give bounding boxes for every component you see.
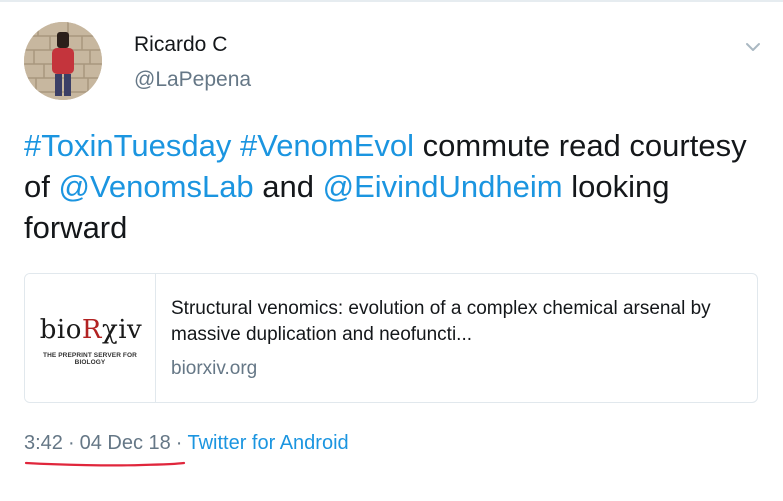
card-body: Structural venomics: evolution of a comp… bbox=[171, 296, 741, 380]
top-divider bbox=[0, 0, 783, 2]
meta-separator: · bbox=[67, 432, 75, 454]
card-domain: biorxiv.org bbox=[171, 358, 258, 379]
tweet-text: #ToxinTuesday #VenomEvol commute read co… bbox=[24, 125, 764, 248]
tweet-time[interactable]: 3:42 bbox=[24, 432, 63, 454]
tweet-container: Ricardo C @LaPepena #ToxinTuesday #Venom… bbox=[0, 0, 783, 501]
mention-eivindundheim[interactable]: @EivindUndheim bbox=[323, 169, 563, 204]
hashtag-toxintuesday[interactable]: #ToxinTuesday bbox=[24, 128, 231, 163]
user-handle[interactable]: @LaPepena bbox=[134, 68, 251, 92]
logo-tagline: THE PREPRINT SERVER FOR BIOLOGY bbox=[43, 352, 137, 366]
tweet-text-part: and bbox=[253, 169, 323, 204]
link-card[interactable]: bioRχiv THE PREPRINT SERVER FOR BIOLOGY … bbox=[24, 273, 758, 403]
card-title: Structural venomics: evolution of a comp… bbox=[171, 298, 711, 345]
tweet-date[interactable]: 04 Dec 18 bbox=[80, 432, 171, 454]
biorxiv-logo: bioRχiv bbox=[39, 315, 143, 345]
meta-separator: · bbox=[175, 432, 183, 454]
chevron-down-icon[interactable] bbox=[744, 40, 762, 54]
avatar[interactable] bbox=[24, 22, 102, 100]
mention-venomslab[interactable]: @VenomsLab bbox=[58, 169, 253, 204]
hashtag-venomevol[interactable]: #VenomEvol bbox=[240, 128, 414, 163]
card-thumbnail: bioRχiv THE PREPRINT SERVER FOR BIOLOGY bbox=[25, 274, 156, 402]
avatar-image bbox=[24, 22, 102, 100]
red-underline-mark bbox=[24, 461, 186, 467]
tweet-source[interactable]: Twitter for Android bbox=[187, 432, 348, 454]
display-name[interactable]: Ricardo C bbox=[134, 33, 227, 57]
